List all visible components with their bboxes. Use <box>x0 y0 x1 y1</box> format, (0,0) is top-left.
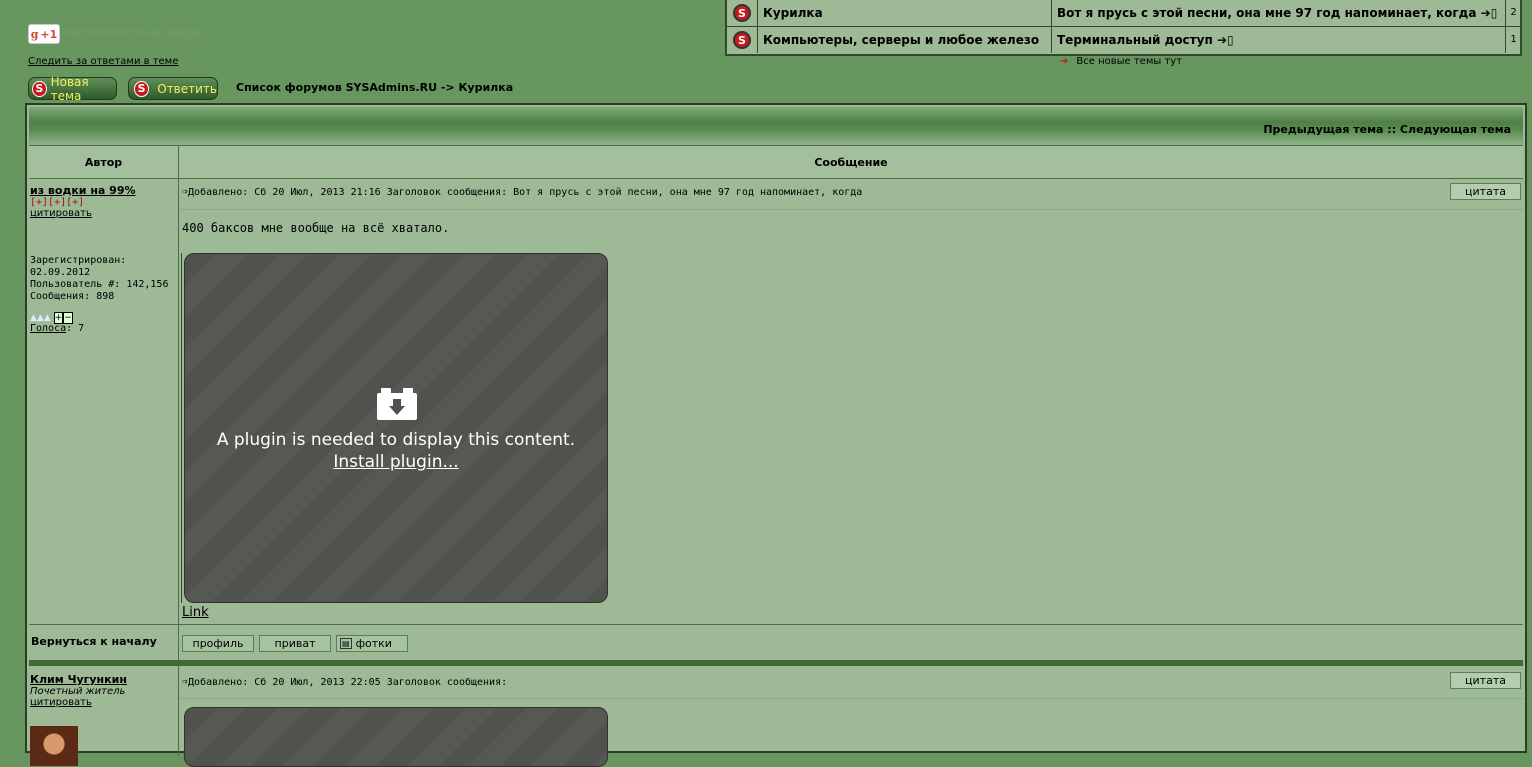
goto-last-post-icon[interactable]: ➔▯ <box>1481 6 1498 20</box>
photos-icon: ▤ <box>340 638 352 649</box>
quote-link[interactable]: цитировать <box>30 208 176 219</box>
votes-link[interactable]: Голоса <box>30 323 66 334</box>
profile-button[interactable]: профиль <box>182 635 254 652</box>
google-g-icon: g <box>30 27 39 41</box>
new-topic-button[interactable]: S Новая тема <box>28 74 117 103</box>
s-logo-icon: S <box>134 80 150 97</box>
install-plugin-link[interactable]: Install plugin... <box>185 452 607 472</box>
new-topic-label: Новая тема <box>50 74 89 103</box>
post-link[interactable]: Link <box>182 605 209 620</box>
author-cell: из водки на 99% [+][+][+] цитировать Зар… <box>30 184 176 334</box>
author-name[interactable]: из водки на 99% <box>30 184 176 197</box>
s-logo-icon: S <box>32 80 47 97</box>
reply-count: 2 <box>1505 0 1521 26</box>
topic-header-bar: Предыдущая тема :: Следующая тема <box>29 107 1523 145</box>
quote-button[interactable]: цитата <box>1450 183 1521 200</box>
forum-name[interactable]: Компьютеры, серверы и любое железо <box>763 33 1039 47</box>
new-topic-row: S Курилка Вот я прусь с этой песни, она … <box>727 0 1520 27</box>
new-topics-table: S Курилка Вот я прусь с этой песни, она … <box>725 0 1522 56</box>
plugin-placeholder[interactable] <box>184 707 608 767</box>
topic-title[interactable]: Терминальный доступ ➔▯ <box>1051 27 1503 53</box>
google-plus-one-button[interactable]: g +1 <box>28 24 60 44</box>
votes: Голоса: 7 <box>30 323 85 334</box>
quote-link[interactable]: цитировать <box>30 697 176 708</box>
forum-name[interactable]: Курилка <box>763 6 823 20</box>
forum-icon: S <box>727 0 758 26</box>
reply-label: Ответить <box>157 81 217 96</box>
prev-next-topic-links[interactable]: Предыдущая тема :: Следующая тема <box>1263 123 1511 136</box>
recommend-text: Recommend this on Google <box>65 28 204 39</box>
red-arrow-icon: ➜ <box>1060 56 1069 67</box>
back-to-top-link[interactable]: Вернуться к началу <box>31 635 157 648</box>
author-cell: Клим Чугункин Почетный житель цитировать <box>30 673 176 766</box>
post-meta: ➩Добавлено: Сб 20 Июл, 2013 22:05 Заголо… <box>182 677 508 688</box>
rank-stars-icon: ▲▲▲ + − <box>30 312 73 324</box>
topic-title[interactable]: Вот я прусь с этой песни, она мне 97 год… <box>1051 0 1503 26</box>
author-marks: [+][+][+] <box>30 197 85 208</box>
plus-one-label: +1 <box>40 27 58 41</box>
watch-topic-link[interactable]: Следить за ответами в теме <box>28 56 178 67</box>
quote-button[interactable]: цитата <box>1450 672 1521 689</box>
post-text: 400 баксов мне вообще на всё хватало. <box>182 221 450 235</box>
author-name[interactable]: Клим Чугункин <box>30 673 176 686</box>
new-topic-row: S Компьютеры, серверы и любое железо Тер… <box>727 27 1520 53</box>
reply-button[interactable]: S Ответить <box>128 77 218 100</box>
author-title: Почетный житель <box>30 686 126 697</box>
all-new-topics-link[interactable]: ➜ Все новые темы тут <box>1060 56 1182 67</box>
private-message-button[interactable]: приват <box>259 635 331 652</box>
reply-count: 1 <box>1505 27 1521 53</box>
forum-icon: S <box>727 27 758 53</box>
plugin-download-icon <box>377 388 417 420</box>
topic-table: Предыдущая тема :: Следующая тема Автор … <box>25 103 1527 767</box>
message-column-header: Сообщение <box>178 145 1523 179</box>
plugin-placeholder[interactable]: A plugin is needed to display this conte… <box>184 253 608 603</box>
author-info: Зарегистрирован: 02.09.2012 Пользователь… <box>30 255 169 302</box>
breadcrumb[interactable]: Список форумов SYSAdmins.RU -> Курилка <box>236 81 513 94</box>
photos-button[interactable]: ▤ фотки <box>336 635 408 652</box>
avatar <box>30 726 78 766</box>
post-meta: ➩Добавлено: Сб 20 Июл, 2013 21:16 Заголо… <box>182 187 863 198</box>
author-column-header: Автор <box>29 145 178 179</box>
plugin-message: A plugin is needed to display this conte… <box>216 430 576 450</box>
goto-last-post-icon[interactable]: ➔▯ <box>1217 33 1234 47</box>
